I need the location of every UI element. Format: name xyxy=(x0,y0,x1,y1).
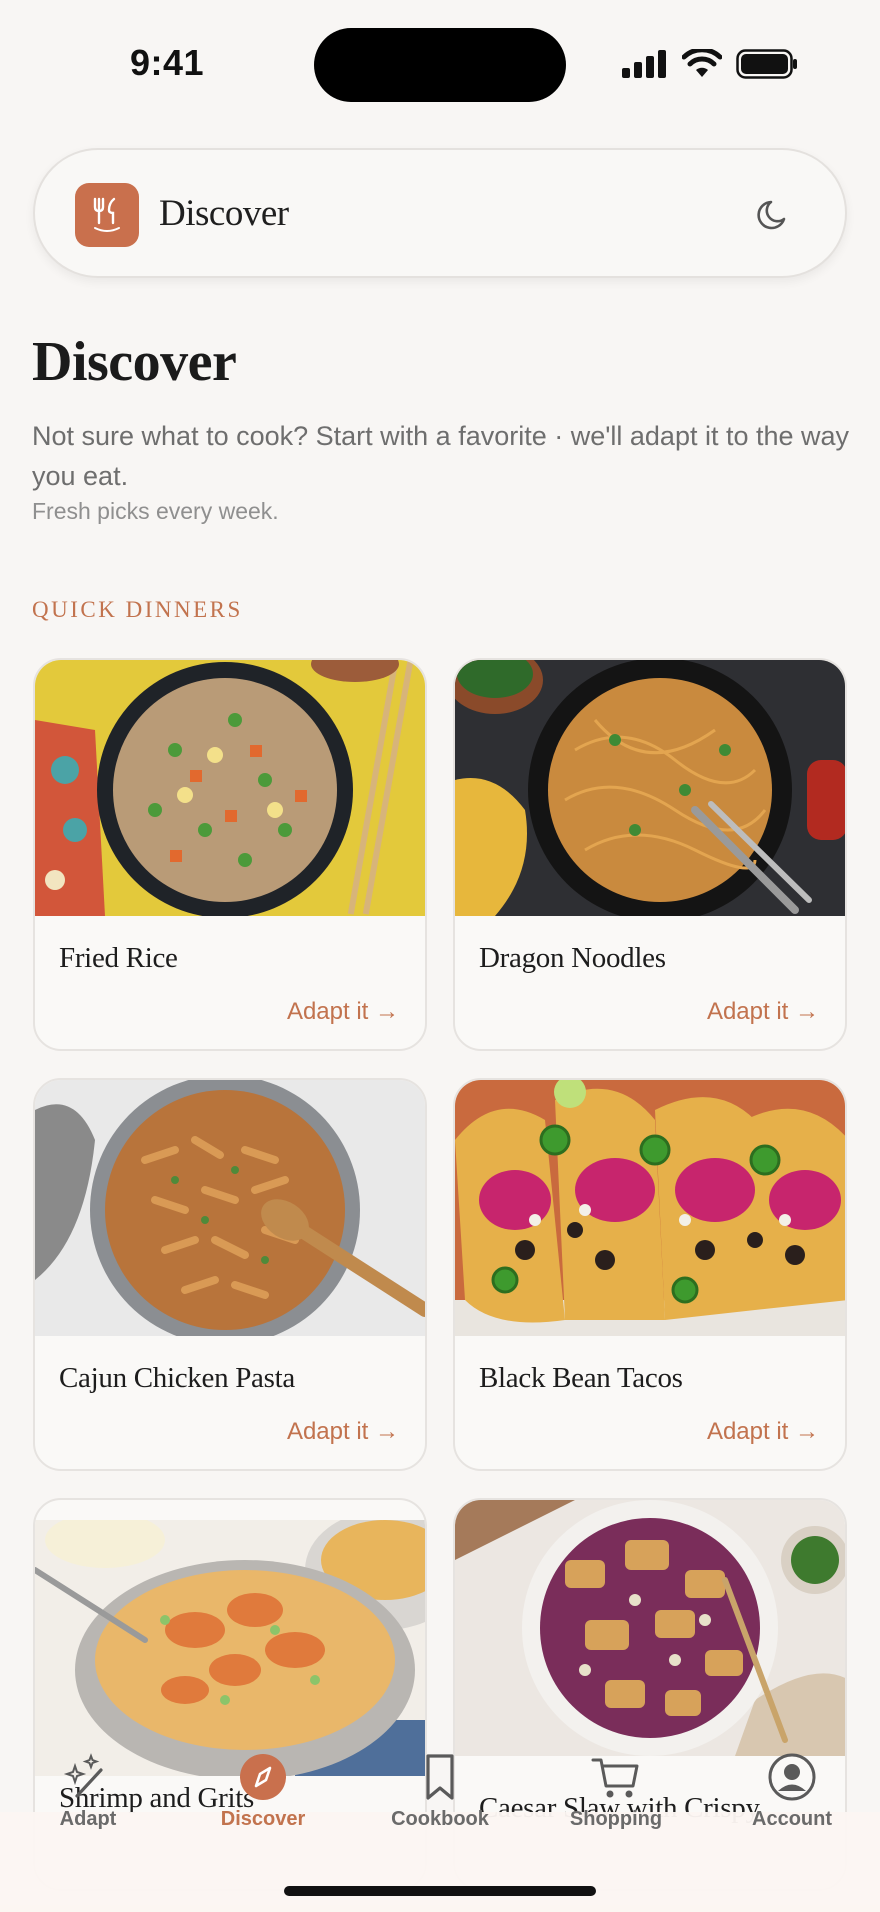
status-time: 9:41 xyxy=(130,42,205,83)
dynamic-island xyxy=(314,28,566,102)
utensils-icon xyxy=(93,197,120,232)
header-title: Discover xyxy=(159,193,289,234)
dark-mode-toggle[interactable] xyxy=(751,193,795,237)
tab-label: Account xyxy=(752,1808,832,1830)
battery-icon xyxy=(736,49,797,79)
top-app-bar: Discover xyxy=(33,148,847,278)
tab-label: Shopping xyxy=(569,1808,663,1830)
compass-icon xyxy=(238,1752,288,1802)
home-indicator xyxy=(284,1886,596,1896)
recipe-title: Black Bean Tacos xyxy=(479,1362,683,1394)
app-logo xyxy=(75,183,139,247)
magic-wand-icon xyxy=(63,1752,113,1802)
user-circle-icon xyxy=(767,1752,817,1802)
tab-cookbook[interactable]: Cookbook xyxy=(360,1752,520,1832)
recipe-title: Dragon Noodles xyxy=(479,942,666,974)
recipe-title: Cajun Chicken Pasta xyxy=(59,1362,295,1394)
recipe-card[interactable]: Fried Rice Adapt it → xyxy=(33,658,427,1051)
adapt-it-link[interactable]: Adapt it → xyxy=(287,998,399,1026)
page-subtitle: Not sure what to cook? Start with a favo… xyxy=(32,421,850,491)
recipe-title: Fried Rice xyxy=(59,942,178,974)
adapt-it-link[interactable]: Adapt it → xyxy=(707,1418,819,1446)
tab-label: Cookbook xyxy=(391,1808,489,1830)
tab-account[interactable]: Account xyxy=(712,1752,872,1832)
page-title: Discover xyxy=(32,331,237,393)
wifi-icon xyxy=(682,49,722,77)
status-bar: 9:41 xyxy=(0,0,880,120)
recipe-image xyxy=(455,1080,845,1336)
tab-label: Adapt xyxy=(59,1808,117,1830)
cart-icon xyxy=(591,1752,641,1802)
recipe-card[interactable]: Cajun Chicken Pasta Adapt it → xyxy=(33,1078,427,1471)
recipe-image xyxy=(35,660,425,916)
moon-icon xyxy=(757,200,786,230)
adapt-it-link[interactable]: Adapt it → xyxy=(287,1418,399,1446)
tab-shopping[interactable]: Shopping xyxy=(536,1752,696,1832)
recipe-image xyxy=(455,1500,845,1756)
recipe-image xyxy=(35,1080,425,1336)
status-icons xyxy=(622,48,798,80)
tab-label: Discover xyxy=(220,1808,306,1830)
page-note: Fresh picks every week. xyxy=(32,498,279,524)
bookmark-icon xyxy=(415,1752,465,1802)
recipe-image xyxy=(35,1520,425,1776)
recipe-card[interactable]: Dragon Noodles Adapt it → xyxy=(453,658,847,1051)
section-label: QUICK DINNERS xyxy=(32,597,243,622)
recipe-card[interactable]: Black Bean Tacos Adapt it → xyxy=(453,1078,847,1471)
signal-icon xyxy=(622,50,666,78)
recipe-image xyxy=(455,660,845,916)
tab-discover[interactable]: Discover xyxy=(183,1752,343,1832)
tab-adapt[interactable]: Adapt xyxy=(8,1752,168,1832)
adapt-it-link[interactable]: Adapt it → xyxy=(707,998,819,1026)
